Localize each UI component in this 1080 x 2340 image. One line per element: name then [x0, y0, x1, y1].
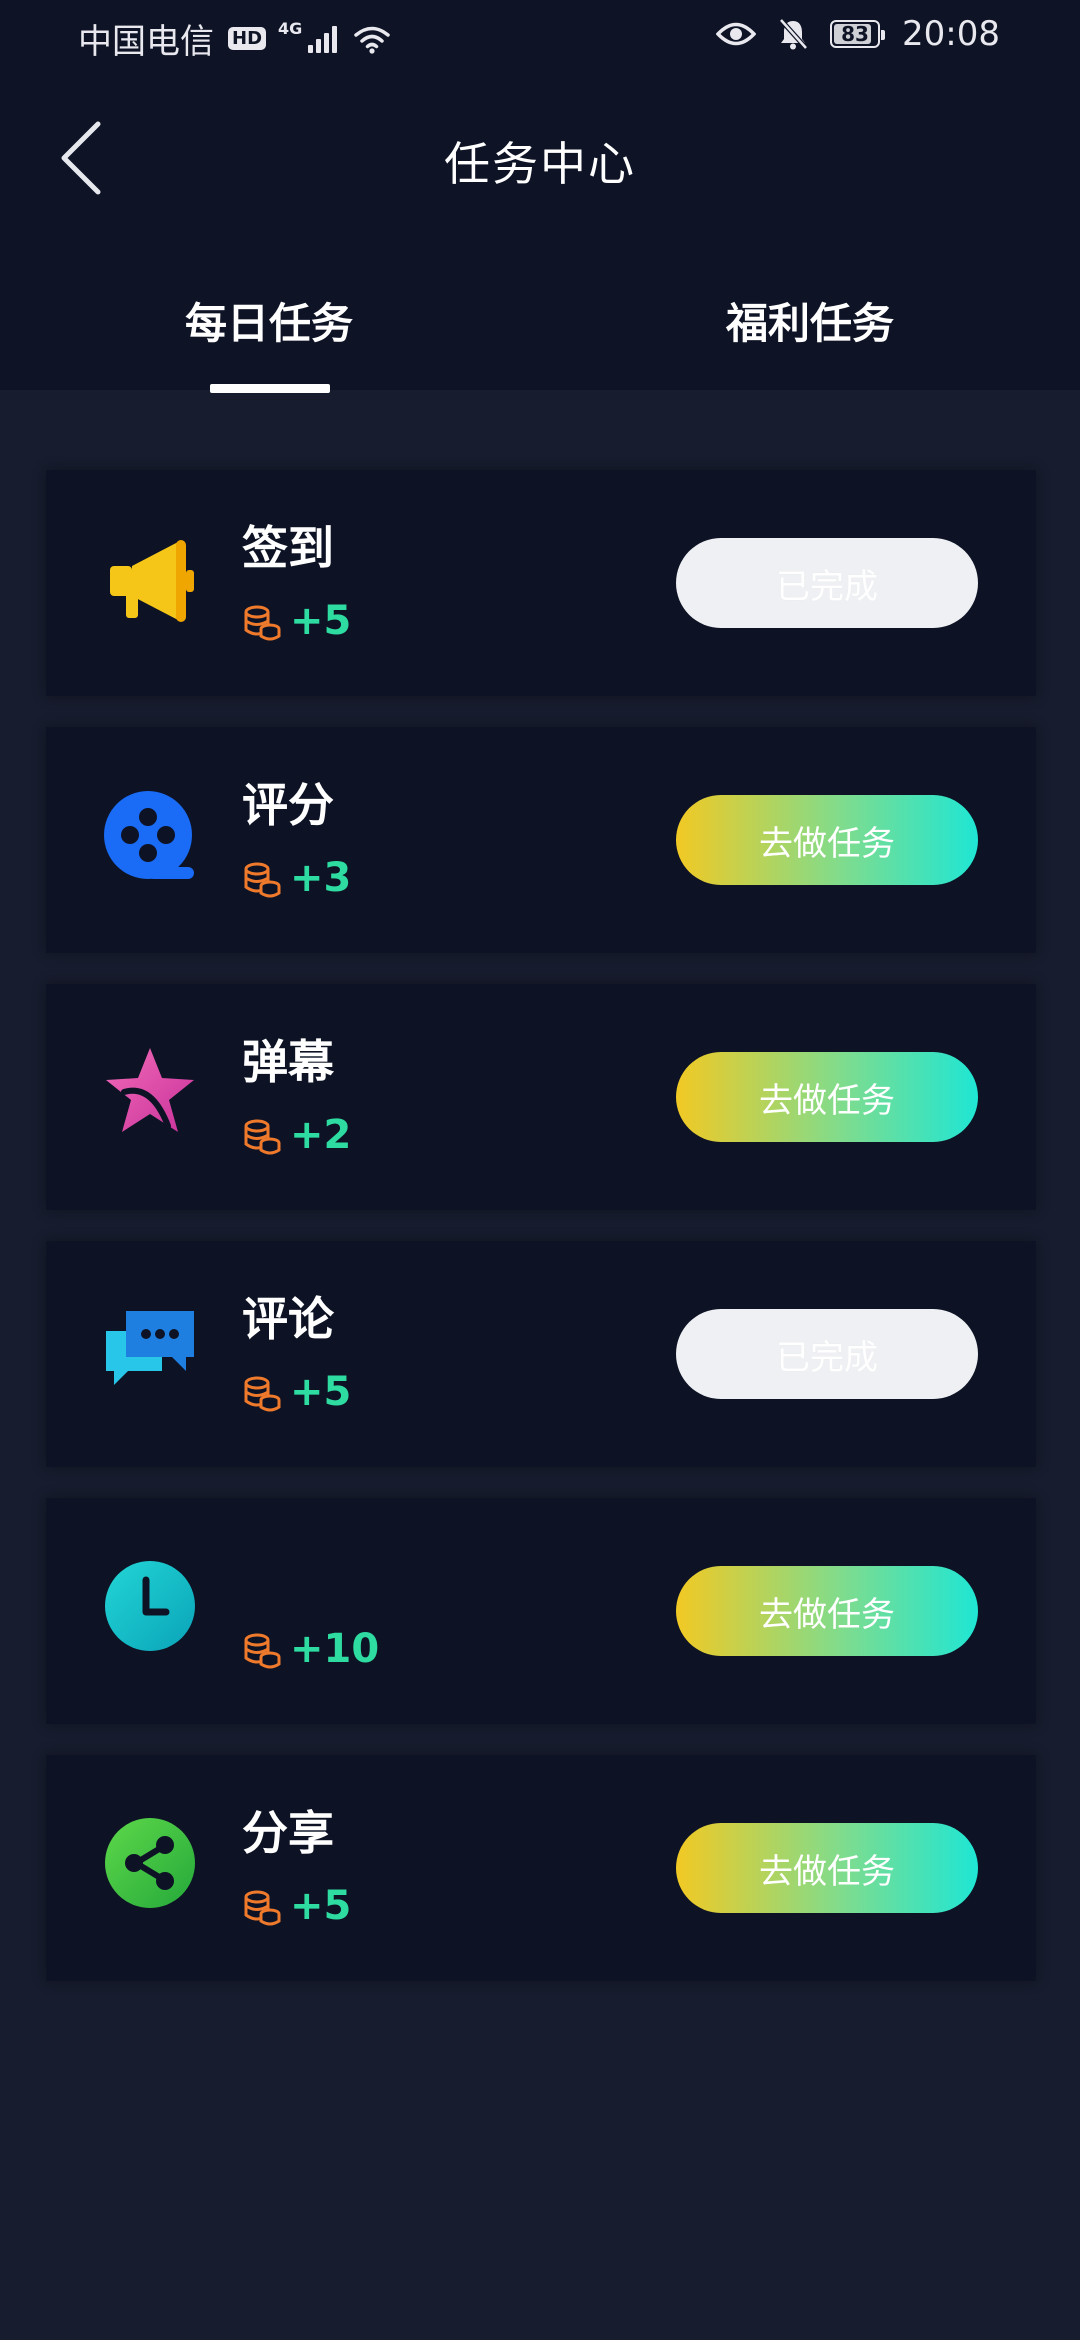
task-reward: +5 [290, 1369, 352, 1415]
do-task-button[interactable]: 去做任务 [676, 1823, 978, 1913]
do-task-button[interactable]: 去做任务 [676, 1052, 978, 1142]
clock-time: 20:08 [902, 14, 1000, 54]
task-reward: +3 [290, 855, 352, 901]
battery-icon: 83 [830, 20, 886, 48]
wifi-icon [354, 26, 391, 54]
task-reward: +5 [290, 1883, 352, 1929]
hd-badge: HD [228, 27, 267, 50]
do-task-button[interactable]: 去做任务 [676, 1566, 978, 1656]
task-name: 签到 [242, 521, 334, 575]
coin-icon [244, 1376, 281, 1412]
task-card-sign-in: 签到 +5 已完成 [46, 470, 1036, 696]
tab-daily-tasks[interactable]: 每日任务 [0, 290, 541, 351]
coin-icon [244, 1633, 281, 1669]
task-done-button[interactable]: 已完成 [676, 1309, 978, 1399]
carrier-label: 中国电信 [78, 22, 214, 62]
active-tab-indicator [210, 384, 330, 393]
star-icon [106, 1048, 194, 1132]
status-left: 中国电信 HD 4G [78, 14, 391, 63]
film-reel-icon [104, 791, 194, 879]
coin-icon [244, 862, 281, 898]
task-done-button[interactable]: 已完成 [676, 538, 978, 628]
task-card-watch-time: +10 去做任务 [46, 1498, 1036, 1724]
coin-icon [244, 605, 281, 641]
task-name: 评分 [242, 778, 334, 832]
tab-welfare-tasks[interactable]: 福利任务 [540, 290, 1080, 351]
task-name: 评论 [242, 1292, 334, 1346]
task-name: 分享 [242, 1806, 334, 1860]
signal-icon [308, 25, 338, 53]
chat-bubbles-icon [106, 1311, 194, 1385]
task-reward: +2 [290, 1112, 352, 1158]
task-card-danmaku: 弹幕 +2 去做任务 [46, 984, 1036, 1210]
page-title: 任务中心 [444, 137, 636, 191]
megaphone-icon [110, 540, 194, 622]
coin-icon [244, 1119, 281, 1155]
status-right: 83 20:08 [716, 14, 1000, 54]
clock-icon [105, 1561, 195, 1651]
status-bar: 中国电信 HD 4G 83 20:08 [0, 0, 1080, 72]
eye-icon [716, 22, 757, 46]
task-card-share: 分享 +5 去做任务 [46, 1755, 1036, 1981]
bell-muted-icon [779, 18, 808, 50]
battery-level: 83 [841, 22, 869, 46]
share-icon [105, 1818, 195, 1908]
network-type: 4G [278, 19, 303, 38]
task-card-rating: 评分 +3 去做任务 [46, 727, 1036, 953]
task-card-comment: 评论 +5 已完成 [46, 1241, 1036, 1467]
task-name: 弹幕 [242, 1035, 334, 1089]
coin-icon [244, 1890, 281, 1926]
task-reward: +5 [290, 598, 352, 644]
task-reward: +10 [290, 1626, 380, 1672]
do-task-button[interactable]: 去做任务 [676, 795, 978, 885]
header: 中国电信 HD 4G 83 20:08 任务中心 每日任务 福利任务 [0, 0, 1080, 393]
